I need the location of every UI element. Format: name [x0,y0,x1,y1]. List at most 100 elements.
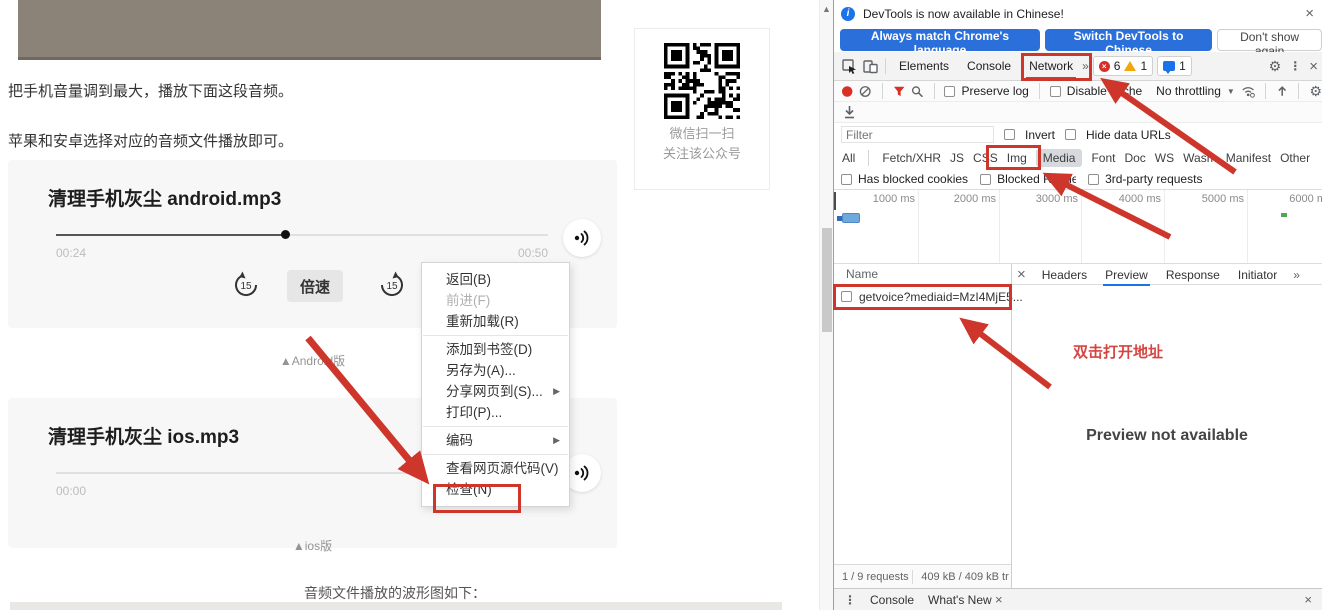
divider [934,83,935,99]
devtools-panel: i DevTools is now available in Chinese! … [833,0,1322,610]
import-har-icon[interactable] [1276,85,1288,98]
network-conditions-icon[interactable] [1241,84,1255,98]
filter-chip-manifest[interactable]: Manifest [1226,151,1271,165]
request-name[interactable]: getvoice?mediaid=MzI4MjE5... [859,290,1023,304]
menu-item-back[interactable]: 返回(B) [422,269,569,290]
waterfall-bar[interactable] [842,213,860,223]
dont-show-again-button[interactable]: Don't show again [1217,29,1322,51]
filter-chip-doc[interactable]: Doc [1124,151,1145,165]
whats-new-close-icon[interactable]: × [995,592,1003,607]
settings-gear-icon[interactable]: ⚙ [1269,58,1282,75]
drawer-tab-console[interactable]: Console [870,593,914,607]
filter-input[interactable] [841,126,994,143]
more-detail-tabs-icon[interactable]: » [1293,268,1300,282]
timeline-tick: 6000 m [1246,193,1322,205]
menu-item-reload[interactable]: 重新加载(R) [422,311,569,332]
preview-not-available-message: Preview not available [1011,427,1322,445]
errors-warnings-badge[interactable]: × 6 1 [1093,56,1153,76]
banner-close-icon[interactable]: × [1305,6,1314,21]
skip-forward-15-button[interactable]: 15 [375,268,409,302]
seek-handle[interactable] [281,230,290,239]
third-party-label: 3rd-party requests [1105,172,1202,186]
submenu-arrow-icon: ▶ [553,430,560,451]
network-settings-gear-icon[interactable]: ⚙ [1309,83,1322,100]
issues-badge[interactable]: 1 [1157,56,1192,76]
menu-item-bookmark[interactable]: 添加到书签(D) [422,339,569,360]
svg-text:15: 15 [386,281,398,292]
banner-message: DevTools is now available in Chinese! [863,7,1064,21]
menu-item-view-source[interactable]: 查看网页源代码(V) [422,458,569,479]
filter-chip-ws[interactable]: WS [1155,151,1174,165]
match-language-button[interactable]: Always match Chrome's language [840,29,1040,51]
throttling-dropdown-icon[interactable]: ▼ [1227,87,1235,96]
detail-tab-preview[interactable]: Preview [1103,266,1150,284]
filter-chip-fetchxhr[interactable]: Fetch/XHR [882,151,941,165]
throttling-select[interactable]: No throttling [1156,84,1221,98]
timeline-tick: 4000 ms [1081,193,1161,205]
scroll-up-icon[interactable]: ▲ [820,0,833,14]
issues-count: 1 [1179,59,1186,73]
filter-chip-other[interactable]: Other [1280,151,1310,165]
drawer-kebab-icon[interactable]: ⋮ [844,593,856,607]
hide-data-urls-checkbox[interactable] [1065,129,1076,140]
pane-divider[interactable] [1011,264,1012,588]
close-details-icon[interactable]: × [1017,267,1026,282]
clear-icon[interactable] [859,85,871,98]
tab-network[interactable]: Network [1020,52,1082,80]
menu-item-save-as[interactable]: 另存为(A)... [422,360,569,381]
caption-ios: ▲ios版 [8,537,617,554]
paragraph: 苹果和安卓选择对应的音频文件播放即可。 [8,130,293,151]
detail-tab-initiator[interactable]: Initiator [1236,266,1279,284]
detail-tab-headers[interactable]: Headers [1040,266,1089,284]
filter-chip-js[interactable]: JS [950,151,964,165]
has-blocked-cookies-checkbox[interactable] [841,174,852,185]
waterfall-green-mark [1281,213,1287,217]
filter-chip-media[interactable]: Media [1036,149,1083,167]
page-scrollbar[interactable]: ▲ [819,0,833,610]
name-column-header[interactable]: Name [846,267,878,281]
filter-chip-css[interactable]: CSS [973,151,998,165]
record-icon[interactable] [841,85,853,98]
filter-funnel-icon[interactable] [893,85,905,98]
menu-item-encoding[interactable]: 编码▶ [422,430,569,451]
blocked-requests-checkbox[interactable] [980,174,991,185]
devtools-close-icon[interactable]: × [1309,59,1318,74]
detail-tab-response[interactable]: Response [1164,266,1222,284]
speed-button[interactable]: 倍速 [287,270,343,302]
scrollbar-thumb[interactable] [822,228,832,332]
network-request-row[interactable]: getvoice?mediaid=MzI4MjE5... [834,285,1011,308]
filter-chip-all[interactable]: All [842,151,855,165]
skip-back-15-button[interactable]: 15 [229,268,263,302]
speaker-icon [572,463,592,483]
filter-chip-wasm[interactable]: Wasm [1183,151,1217,165]
volume-button[interactable] [563,219,601,257]
request-checkbox[interactable] [841,291,852,302]
disable-cache-checkbox[interactable] [1050,86,1061,97]
duration-time: 00:50 [518,246,548,260]
preserve-log-checkbox[interactable] [944,86,955,97]
seek-bar[interactable] [56,234,548,236]
svg-text:15: 15 [240,281,252,292]
more-tabs-icon[interactable]: » [1082,59,1089,73]
menu-item-share[interactable]: 分享网页到(S)...▶ [422,381,569,402]
search-icon[interactable] [911,85,923,98]
waveform-caption: 音频文件播放的波形图如下： [0,583,790,603]
elapsed-time: 00:24 [56,246,86,260]
device-toolbar-icon[interactable] [862,58,879,75]
inspect-element-icon[interactable] [841,58,858,75]
tab-console[interactable]: Console [958,52,1020,80]
drawer-close-icon[interactable]: × [1304,592,1312,607]
menu-item-print[interactable]: 打印(P)... [422,402,569,423]
tab-elements[interactable]: Elements [890,52,958,80]
menu-item-inspect[interactable]: 检查(N) [422,479,569,500]
third-party-checkbox[interactable] [1088,174,1099,185]
filter-chip-img[interactable]: Img [1007,151,1027,165]
switch-chinese-button[interactable]: Switch DevTools to Chinese [1045,29,1212,51]
divider [885,58,886,74]
filter-chip-font[interactable]: Font [1091,151,1115,165]
export-har-icon[interactable] [843,105,856,119]
drawer-tab-whats-new[interactable]: What's New × [928,592,1003,607]
warning-count: 1 [1140,59,1147,73]
invert-checkbox[interactable] [1004,129,1015,140]
kebab-menu-icon[interactable]: ⋮ [1289,59,1301,73]
